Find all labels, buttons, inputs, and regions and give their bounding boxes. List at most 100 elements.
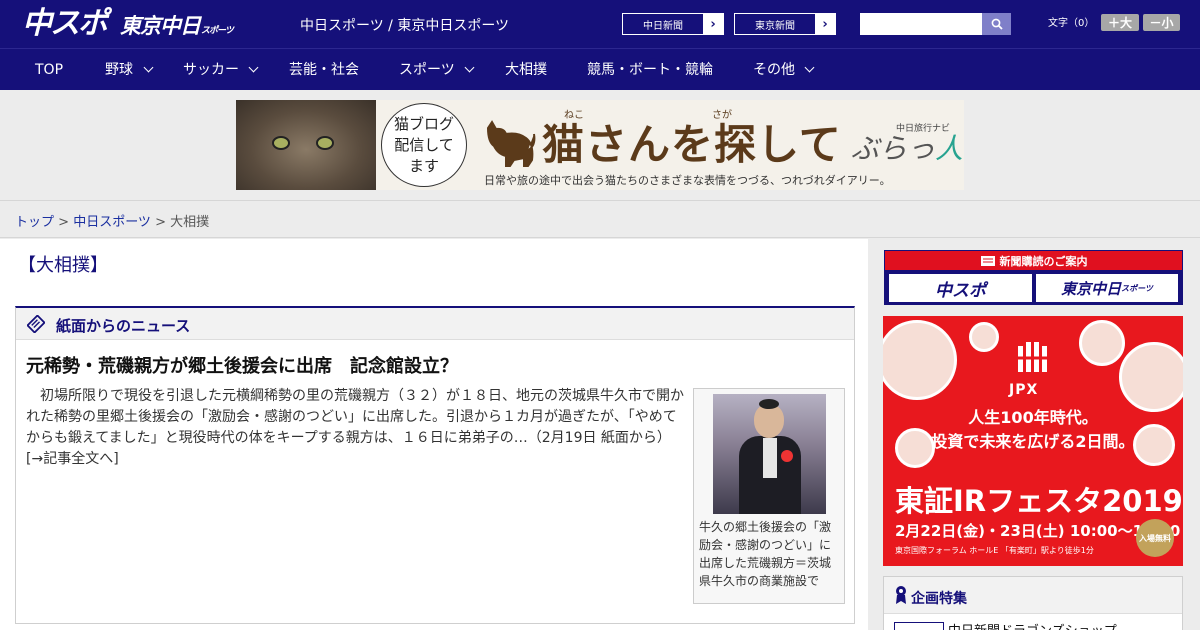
feature-thumbnail[interactable] xyxy=(894,622,944,630)
nav-item-soccer[interactable]: サッカー xyxy=(183,49,263,91)
speech-bubble: 猫ブログ配信してます xyxy=(381,103,467,187)
nav-item-racing[interactable]: 競馬・ボート・競輪 xyxy=(587,49,713,91)
breadcrumb-separator: > xyxy=(54,215,74,230)
site-logo[interactable]: 中スポ 東京中日スポーツ xyxy=(22,6,234,42)
panel-header: 紙面からのニュース xyxy=(16,308,854,340)
jpx-ir-festa-ad[interactable]: JPX 人生100年時代。 投資で未来を広げる2日間。 東証IRフェスタ2019… xyxy=(883,316,1183,566)
article-photo-box: 牛久の郷土後援会の「激励会・感謝のつどい」に出席した荒磯親方＝茨城県牛久市の商業… xyxy=(693,388,845,604)
chunichi-shimbun-label: 中日新聞 xyxy=(623,14,703,34)
section-title: 【大相撲】 xyxy=(18,255,108,276)
admission-free-badge: 入場無料 xyxy=(1136,519,1174,557)
cat-photo xyxy=(236,100,376,190)
breadcrumb-section[interactable]: 中日スポーツ xyxy=(73,215,151,230)
nav-item-sports[interactable]: スポーツ xyxy=(399,49,479,91)
cat-eye xyxy=(272,136,290,150)
photo-figure-hair xyxy=(759,399,779,409)
ribbon-icon xyxy=(896,586,906,604)
subscribe-tokyo-chunichi-small: スポーツ xyxy=(1121,283,1153,293)
cat-blog-banner[interactable]: 猫ブログ配信してます ねこ さが 猫さんを探して 中日旅行ナビ ぶらっ人 日常や… xyxy=(236,100,964,190)
subscription-ad[interactable]: 新聞購読のご案内 中スポ 東京中日 スポーツ xyxy=(884,250,1183,305)
nav-label: スポーツ xyxy=(399,62,455,78)
chunichi-shimbun-link[interactable]: 中日新聞 › xyxy=(622,13,724,35)
font-smaller-button[interactable]: －小 xyxy=(1143,14,1180,31)
banner-title: 猫さんを探して xyxy=(542,120,842,169)
jpx-festa-title: 東証IRフェスタ2019 xyxy=(895,484,1183,518)
subscription-ad-title: 新聞購読のご案内 xyxy=(999,254,1088,268)
chevron-right-icon: › xyxy=(710,16,716,32)
article-headline[interactable]: 元稀勢・荒磯親方が郷土後援会に出席 記念館設立？ xyxy=(26,352,458,378)
banner-caption: 日常や旅の途中で出会う猫たちのさまざまな表情をつづる、つれづれダイアリー。 xyxy=(484,174,891,187)
tokyo-shimbun-label: 東京新聞 xyxy=(735,14,815,34)
subscribe-chuspo[interactable]: 中スポ xyxy=(889,274,1032,302)
chevron-down-icon xyxy=(143,62,154,73)
cat-silhouette-icon xyxy=(486,120,536,167)
nav-label: 野球 xyxy=(105,62,133,78)
panel-title: 紙面からのニュース xyxy=(56,317,191,335)
feature-panel-title: 企画特集 xyxy=(911,591,967,607)
chevron-down-icon xyxy=(804,62,815,73)
ruby-saga: さが xyxy=(712,110,732,121)
breadcrumb-home[interactable]: トップ xyxy=(15,215,54,230)
feature-panel-header: 企画特集 xyxy=(884,577,1182,614)
nav-label: 芸能・社会 xyxy=(289,62,359,78)
jpx-logo-icon xyxy=(1016,342,1050,372)
search-input[interactable] xyxy=(860,13,982,35)
banner-brand: ぶらっ人 xyxy=(851,132,963,166)
top-header: 中スポ 東京中日スポーツ 中日スポーツ / 東京中日スポーツ 中日新聞 › 東京… xyxy=(0,0,1200,48)
photo-figure-shirt xyxy=(763,438,777,478)
nav-label: サッカー xyxy=(183,62,239,78)
site-title[interactable]: 中日スポーツ / 東京中日スポーツ xyxy=(300,15,509,35)
article-photo[interactable] xyxy=(713,394,826,514)
article-summary[interactable]: 初場所限りで現役を引退した元横綱稀勢の里の荒磯親方（３２）が１８日、地元の茨城県… xyxy=(26,386,686,470)
chevron-down-icon xyxy=(248,62,259,73)
subscription-ad-header: 新聞購読のご案内 xyxy=(885,251,1182,270)
jpx-name: JPX xyxy=(1009,382,1039,398)
logo-chuspo: 中スポ xyxy=(22,6,108,41)
cat-eye xyxy=(316,136,334,150)
logo-tokyo-chunichi: 東京中日スポーツ xyxy=(120,14,234,38)
nav-item-entertainment[interactable]: 芸能・社会 xyxy=(289,49,359,91)
photo-corsage xyxy=(781,450,793,462)
nav-label: TOP xyxy=(35,62,64,78)
nav-label: その他 xyxy=(753,62,795,78)
newspaper-icon xyxy=(980,255,995,266)
subscribe-tokyo-chunichi[interactable]: 東京中日 スポーツ xyxy=(1036,274,1178,302)
ad-person-photo xyxy=(1079,320,1125,366)
jpx-venue: 東京国際フォーラム ホールE 「有楽町」駅より徒歩1分 xyxy=(895,546,1094,555)
nav-label: 大相撲 xyxy=(505,62,547,78)
nav-item-baseball[interactable]: 野球 xyxy=(105,49,155,91)
photo-caption: 牛久の郷土後援会の「激励会・感謝のつどい」に出席した荒磯親方＝茨城県牛久市の商業… xyxy=(699,520,832,588)
brand-part-a: ぶらっ xyxy=(851,132,936,165)
nav-item-other[interactable]: その他 xyxy=(753,49,815,91)
nav-item-top[interactable]: TOP xyxy=(35,49,63,91)
nav-item-sumo[interactable]: 大相撲 xyxy=(505,49,547,91)
breadcrumb-current: 大相撲 xyxy=(170,215,210,230)
chevron-down-icon xyxy=(464,62,475,73)
search-button[interactable] xyxy=(982,13,1011,35)
subscribe-tokyo-chunichi-label: 東京中日 xyxy=(1061,279,1122,298)
jpx-tagline-1: 人生100年時代。 xyxy=(968,408,1098,427)
ad-person-photo xyxy=(969,322,999,352)
tokyo-shimbun-link[interactable]: 東京新聞 › xyxy=(734,13,836,35)
feature-panel: 企画特集 中日新聞ドラゴンズショップ xyxy=(883,576,1183,630)
photo-figure-head xyxy=(754,404,784,438)
news-panel: 紙面からのニュース 元稀勢・荒磯親方が郷土後援会に出席 記念館設立？ 初場所限り… xyxy=(15,306,855,624)
search-icon xyxy=(991,18,1003,30)
brand-part-b: 人 xyxy=(935,132,964,165)
nav-label: 競馬・ボート・競輪 xyxy=(587,62,713,78)
bubble-text: 猫ブログ配信してます xyxy=(393,114,454,175)
font-size-label: 文字（0） xyxy=(1048,18,1095,29)
newspaper-icon xyxy=(27,315,45,333)
main-nav: TOP 野球 サッカー 芸能・社会 スポーツ 大相撲 競馬・ボート・競輪 その他 xyxy=(0,48,1200,90)
search-form xyxy=(860,13,1011,35)
breadcrumb: トップ > 中日スポーツ > 大相撲 xyxy=(15,211,209,230)
breadcrumb-bar: トップ > 中日スポーツ > 大相撲 xyxy=(0,200,1200,238)
chevron-right-icon: › xyxy=(822,16,828,32)
feature-item[interactable]: 中日新聞ドラゴンズショップ xyxy=(948,620,1117,630)
ad-person-photo xyxy=(883,320,957,400)
jpx-tagline-2: 投資で未来を広げる2日間。 xyxy=(931,432,1135,451)
ruby-neko: ねこ xyxy=(564,110,584,121)
breadcrumb-separator: > xyxy=(150,215,171,230)
ad-person-photo xyxy=(1119,342,1183,412)
font-bigger-button[interactable]: ＋大 xyxy=(1101,14,1139,31)
